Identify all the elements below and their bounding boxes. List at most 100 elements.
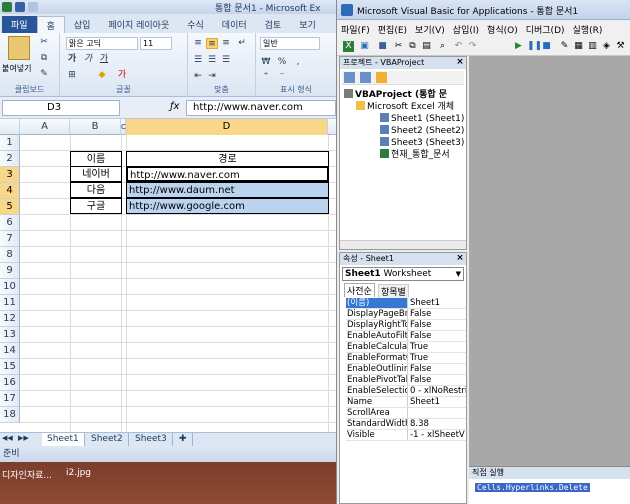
tree-item-sheet3[interactable]: Sheet3 (Sheet3): [380, 137, 464, 149]
property-row[interactable]: EnableFormatC True: [346, 353, 466, 364]
pause-icon[interactable]: ❚❚: [527, 41, 542, 52]
sheet-tab-2[interactable]: Sheet2: [86, 433, 129, 446]
menu-edit[interactable]: 편집(E): [378, 23, 407, 36]
copy-icon[interactable]: ⧉: [38, 53, 50, 64]
row-header[interactable]: 16: [0, 375, 20, 391]
align-left-icon[interactable]: ☰: [192, 55, 204, 66]
property-value[interactable]: False: [410, 309, 466, 319]
align-center-icon[interactable]: ☰: [206, 55, 218, 66]
font-color-icon[interactable]: 가: [116, 70, 128, 81]
cell-b5[interactable]: 구글: [70, 198, 122, 214]
bold-icon[interactable]: 가: [66, 54, 78, 65]
save-icon[interactable]: ■: [377, 41, 388, 52]
property-value[interactable]: False: [410, 375, 466, 385]
align-right-icon[interactable]: ☰: [220, 55, 232, 66]
row-header[interactable]: 11: [0, 295, 20, 311]
property-value[interactable]: False: [410, 331, 466, 341]
paste-icon[interactable]: ▤: [421, 41, 432, 52]
undo-icon[interactable]: ↶: [453, 41, 464, 52]
row-header[interactable]: 13: [0, 327, 20, 343]
menu-file[interactable]: 파일(F): [341, 23, 370, 36]
sheet-tab-1[interactable]: Sheet1: [42, 433, 85, 446]
property-value[interactable]: Sheet1: [410, 397, 466, 407]
column-header-d[interactable]: D: [126, 119, 328, 135]
row-header[interactable]: 17: [0, 391, 20, 407]
property-row[interactable]: ScrollArea: [346, 408, 466, 419]
stop-icon[interactable]: ■: [541, 41, 552, 52]
menu-format[interactable]: 형식(O): [487, 23, 518, 36]
property-row[interactable]: Visible -1 - xlSheetV: [346, 430, 466, 441]
property-value[interactable]: Sheet1: [410, 298, 466, 308]
tree-folder[interactable]: Microsoft Excel 개체: [356, 101, 454, 113]
row-header[interactable]: 18: [0, 407, 20, 423]
property-row[interactable]: EnablePivotTab False: [346, 375, 466, 386]
view-code-icon[interactable]: [344, 72, 355, 83]
row-header[interactable]: 5: [0, 199, 20, 215]
tab-formulas[interactable]: 수식: [178, 16, 213, 33]
percent-icon[interactable]: %: [276, 57, 288, 68]
tab-review[interactable]: 검토: [256, 16, 291, 33]
cell-d5[interactable]: http://www.google.com: [126, 198, 329, 214]
menu-run[interactable]: 실행(R): [573, 23, 603, 36]
sheet-tab-3[interactable]: Sheet3: [130, 433, 173, 446]
increase-indent-icon[interactable]: ⇥: [206, 71, 218, 82]
property-row[interactable]: DisplayPageBr False: [346, 309, 466, 320]
immediate-window[interactable]: 직접 실행 Cells.Hyperlinks.Delete: [469, 466, 630, 504]
property-value[interactable]: False: [410, 320, 466, 330]
currency-icon[interactable]: ₩: [260, 57, 272, 68]
tab-file[interactable]: 파일: [2, 16, 37, 33]
object-select[interactable]: Sheet1 Worksheet ▼: [342, 267, 464, 281]
italic-icon[interactable]: 가: [82, 54, 94, 65]
tree-root[interactable]: VBAProject (통합 문: [344, 89, 447, 101]
row-header[interactable]: 9: [0, 263, 20, 279]
code-window-area[interactable]: [469, 56, 630, 466]
undo-icon[interactable]: [28, 2, 38, 12]
row-header[interactable]: 1: [0, 135, 20, 151]
paste-icon[interactable]: [8, 36, 30, 60]
cell-b2[interactable]: 이름: [70, 151, 122, 167]
row-header[interactable]: 10: [0, 279, 20, 295]
row-header[interactable]: 12: [0, 311, 20, 327]
tree-item-sheet1[interactable]: Sheet1 (Sheet1): [380, 113, 464, 125]
horizontal-scrollbar[interactable]: [340, 240, 466, 249]
paste-button[interactable]: 붙여넣기: [2, 63, 31, 74]
tab-alphabetic[interactable]: 사전순: [344, 283, 375, 297]
menu-insert[interactable]: 삽입(I): [453, 23, 479, 36]
cell-d4[interactable]: http://www.daum.net: [126, 182, 329, 198]
number-format-select[interactable]: 일반: [260, 37, 320, 50]
decrease-indent-icon[interactable]: ⇤: [192, 71, 204, 82]
row-header[interactable]: 8: [0, 247, 20, 263]
menu-view[interactable]: 보기(V): [415, 23, 445, 36]
tab-page-layout[interactable]: 페이지 레이아웃: [99, 16, 178, 33]
cell-d2[interactable]: 경로: [126, 151, 329, 167]
tab-view[interactable]: 보기: [290, 16, 325, 33]
find-icon[interactable]: ⌕: [437, 41, 448, 52]
run-icon[interactable]: ▶: [513, 41, 524, 52]
tab-data[interactable]: 데이터: [213, 16, 256, 33]
cut-icon[interactable]: ✂: [393, 41, 404, 52]
tab-home[interactable]: 홈: [36, 16, 65, 33]
name-box[interactable]: D3: [2, 100, 120, 116]
cell-d3[interactable]: http://www.naver.com: [126, 166, 329, 182]
font-name-select[interactable]: 맑은 고딕: [66, 37, 138, 50]
tab-categorized[interactable]: 항목별: [378, 284, 409, 298]
tree-item-workbook[interactable]: 현재_통합_문서: [380, 149, 450, 161]
row-header[interactable]: 14: [0, 343, 20, 359]
cell-b4[interactable]: 다음: [70, 182, 122, 198]
property-value[interactable]: 8.38: [410, 419, 466, 429]
property-value[interactable]: -1 - xlSheetV: [410, 430, 466, 440]
toggle-folders-icon[interactable]: [376, 72, 387, 83]
select-all-corner[interactable]: [0, 119, 20, 135]
column-header-b[interactable]: B: [70, 119, 121, 135]
design-mode-icon[interactable]: ✎: [559, 41, 570, 52]
font-size-select[interactable]: 11: [140, 37, 172, 50]
object-browser-icon[interactable]: ◈: [601, 41, 612, 52]
insert-module-icon[interactable]: ▣: [359, 41, 370, 52]
worksheet-grid[interactable]: A B C D 1 2 3 4 5 6 7 8 9 10 11 12 13 14…: [0, 119, 336, 432]
redo-icon[interactable]: ↷: [467, 41, 478, 52]
property-value[interactable]: 0 - xlNoRestri: [410, 386, 466, 396]
row-header[interactable]: 3: [0, 167, 20, 183]
property-row[interactable]: EnableAutoFilte False: [346, 331, 466, 342]
copy-icon[interactable]: ⧉: [407, 41, 418, 52]
property-row[interactable]: DisplayRightTo False: [346, 320, 466, 331]
